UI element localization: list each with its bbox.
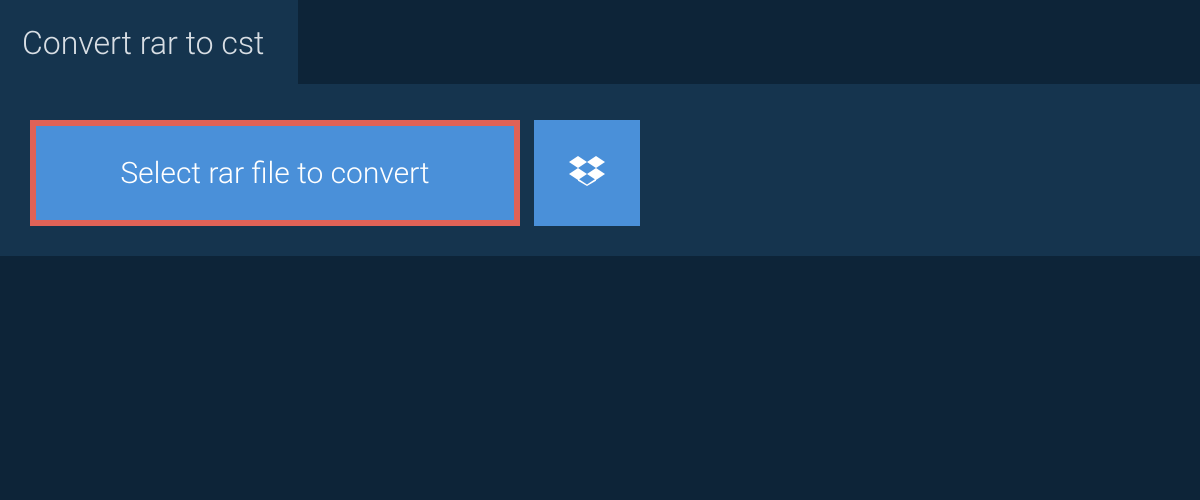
select-file-button[interactable]: Select rar file to convert xyxy=(30,120,520,226)
button-row: Select rar file to convert xyxy=(0,84,1200,226)
dropbox-button[interactable] xyxy=(534,120,640,226)
dropbox-icon xyxy=(569,153,605,193)
upload-panel: Select rar file to convert xyxy=(0,84,1200,256)
page-title: Convert rar to cst xyxy=(0,0,298,84)
select-file-label: Select rar file to convert xyxy=(120,156,429,191)
